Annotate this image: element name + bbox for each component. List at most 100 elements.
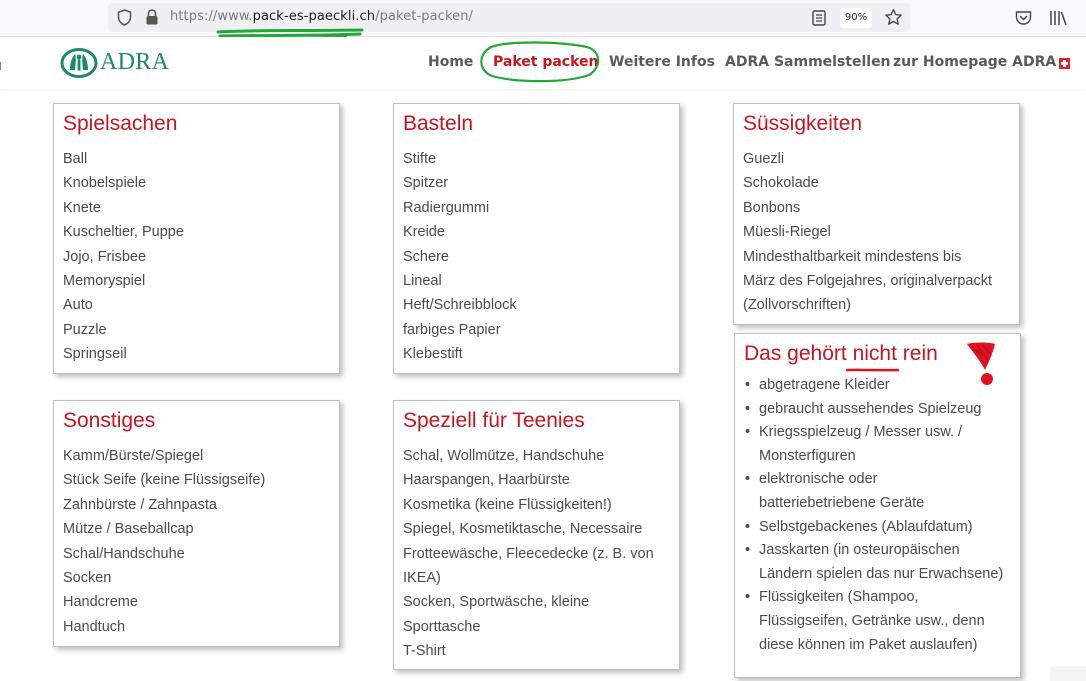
nav-weitere-infos[interactable]: Weitere Infos xyxy=(609,54,715,70)
bookmark-star-icon[interactable] xyxy=(884,8,903,27)
list-item: Kamm/Bürste/Spiegel xyxy=(63,448,204,464)
card-basteln: Basteln Stifte Spitzer Radiergummi Kreid… xyxy=(393,103,680,374)
bullet-list: abgetragene Kleider gebraucht aussehende… xyxy=(745,374,1003,657)
card-suessigkeiten: Süssigkeiten Guezli Schokolade Bonbons M… xyxy=(733,103,1020,325)
bullet-item: Kriegsspielzeug / Messer usw. / Monsterfi… xyxy=(745,421,1003,468)
list-item: Guezli xyxy=(743,151,785,167)
list-item: Kreide xyxy=(403,224,445,241)
nav-home[interactable]: Home xyxy=(428,54,473,70)
card-title: Basteln xyxy=(403,112,474,135)
url-host: pack-es-paeckli.ch xyxy=(252,9,376,24)
swiss-flag-icon[interactable] xyxy=(1059,58,1070,69)
list-item: Memoryspiel xyxy=(63,273,146,290)
nav-adra-sammelstellen[interactable]: ADRA Sammelstellen xyxy=(725,54,891,70)
title-before: Das gehört xyxy=(744,342,853,365)
bullet-line: Jasskarten (in osteuropäischen xyxy=(759,542,960,559)
card-title: Spielsachen xyxy=(63,112,178,135)
list-item: Bonbons xyxy=(743,199,801,216)
list-item: IKEA) xyxy=(403,570,441,587)
bullet-line: gebraucht aussehendes Spielzeug xyxy=(759,400,982,417)
bullet-line: Selbstgebackenes (Ablaufdatum) xyxy=(759,518,973,535)
list-item: Schal/Handschuhe xyxy=(63,545,185,562)
bullet-item: elektronische oder batteriebetriebene Ger… xyxy=(745,468,1003,515)
bullet-line: Flüssigseifen, Getränke usw., denn xyxy=(759,612,985,629)
bullet-line: Flüssigkeiten (Shampoo, xyxy=(759,589,919,606)
list-item: Stück Seife (keine Flüssigseife) xyxy=(63,472,266,489)
list-item: Schere xyxy=(403,248,449,265)
pocket-icon[interactable] xyxy=(1015,10,1032,26)
bullet-item: Jasskarten (in osteuropäischen Ländern sp… xyxy=(745,539,1003,586)
list-item: Schokolade xyxy=(743,175,819,192)
list-item: Puzzle xyxy=(63,321,107,338)
library-icon[interactable] xyxy=(1049,10,1068,26)
item-list: Kamm/Bürste/Spiegel Stück Seife (keine F… xyxy=(63,444,265,639)
lock-icon[interactable] xyxy=(145,8,159,26)
list-item: Mindesthaltbarkeit mindestens bis xyxy=(743,248,962,265)
window-edge-marker xyxy=(0,62,3,70)
reader-view-icon[interactable] xyxy=(812,10,826,26)
bullet-line: Monsterfiguren xyxy=(759,447,856,464)
list-item: Radiergummi xyxy=(403,199,490,216)
list-item: Lineal xyxy=(403,273,442,290)
list-item: Socken xyxy=(63,570,112,587)
adra-logo-icon[interactable] xyxy=(60,48,98,78)
list-item: Knete xyxy=(63,199,101,216)
list-item: Heft/Schreibblock xyxy=(403,297,517,314)
bullet-line: Ländern spielen das nur Erwachsene) xyxy=(759,565,1004,582)
shield-icon[interactable] xyxy=(117,9,132,26)
bullet-line: elektronische oder xyxy=(759,471,878,488)
browser-toolbar: https://www.pack-es-paeckli.ch/paket-pac… xyxy=(0,0,1086,41)
list-item: Sporttasche xyxy=(403,618,481,635)
zoom-level[interactable]: 90% xyxy=(840,8,872,28)
red-underline-annotation xyxy=(846,368,899,372)
list-item: Frotteewäsche, Fleecedecke (z. B. von xyxy=(403,545,654,562)
card-sonstiges: Sonstiges Kamm/Bürste/Spiegel Stück Seif… xyxy=(53,400,340,647)
list-item: Springseil xyxy=(63,346,127,363)
list-item: Haarspangen, Haarbürste xyxy=(403,472,570,489)
bullet-item: Flüssigkeiten (Shampoo, Flüssigseifen, Ge… xyxy=(745,586,1003,657)
item-list: Stifte Spitzer Radiergummi Kreide Schere… xyxy=(403,147,517,367)
list-item: Spiegel, Kosmetiktasche, Necessaire xyxy=(403,521,643,538)
bullet-line: diese können im Paket auslaufen) xyxy=(759,636,978,653)
bullet-item: Selbstgebackenes (Ablaufdatum) xyxy=(745,516,1003,540)
url-prefix: https://www. xyxy=(170,9,253,24)
list-item: Ball xyxy=(63,151,88,167)
list-item: Knobelspiele xyxy=(63,175,147,192)
list-item: Müesli-Riegel xyxy=(743,224,831,241)
scroll-corner xyxy=(1050,666,1086,681)
card-title: Süssigkeiten xyxy=(743,112,863,135)
list-item: Mütze / Baseballcap xyxy=(63,521,194,538)
list-item: Zahnbürste / Zahnpasta xyxy=(63,496,217,513)
title-after: rein xyxy=(902,342,938,365)
list-item: Auto xyxy=(63,297,93,314)
list-item: Stifte xyxy=(403,151,437,167)
nav-homepage-adra[interactable]: zur Homepage ADRA xyxy=(893,54,1056,70)
list-item: Klebestift xyxy=(403,346,463,363)
bullet-item: gebraucht aussehendes Spielzeug xyxy=(745,398,1003,422)
item-list: Ball Knobelspiele Knete Kuscheltier, Pup… xyxy=(63,147,184,367)
green-circle-annotation xyxy=(480,41,600,83)
list-item: Kosmetika (keine Flüssigkeiten!) xyxy=(403,496,612,513)
card-title: Das gehört nicht rein xyxy=(744,342,938,366)
url-path: /paket-packen/ xyxy=(375,9,474,24)
list-item: Handcreme xyxy=(63,594,138,611)
list-item: Schal, Wollmütze, Handschuhe xyxy=(403,448,605,464)
list-item: farbiges Papier xyxy=(403,321,501,338)
list-item: Spitzer xyxy=(403,175,449,192)
item-list: Guezli Schokolade Bonbons Müesli-Riegel … xyxy=(743,147,992,318)
red-exclamation-annotation xyxy=(967,342,995,385)
item-list: Schal, Wollmütze, Handschuhe Haarspangen… xyxy=(403,444,654,664)
list-item: Handtuch xyxy=(63,618,126,635)
title-emphasis: nicht xyxy=(852,342,903,365)
list-item: T-Shirt xyxy=(403,643,446,660)
card-title: Speziell für Teenies xyxy=(403,409,585,432)
bullet-line: batteriebetriebene Geräte xyxy=(759,494,925,511)
list-item: Kuscheltier, Puppe xyxy=(63,224,184,241)
list-item: (Zollvorschriften) xyxy=(743,297,851,314)
url-text[interactable]: https://www.pack-es-paeckli.ch/paket-pac… xyxy=(170,9,473,24)
adra-logo-text[interactable]: ADRA xyxy=(100,49,169,76)
list-item: Socken, Sportwäsche, kleine xyxy=(403,594,590,611)
list-item: Jojo, Frisbee xyxy=(63,248,147,265)
bullet-line: Kriegsspielzeug / Messer usw. / xyxy=(759,424,963,441)
card-spielsachen: Spielsachen Ball Knobelspiele Knete Kusc… xyxy=(53,103,340,374)
